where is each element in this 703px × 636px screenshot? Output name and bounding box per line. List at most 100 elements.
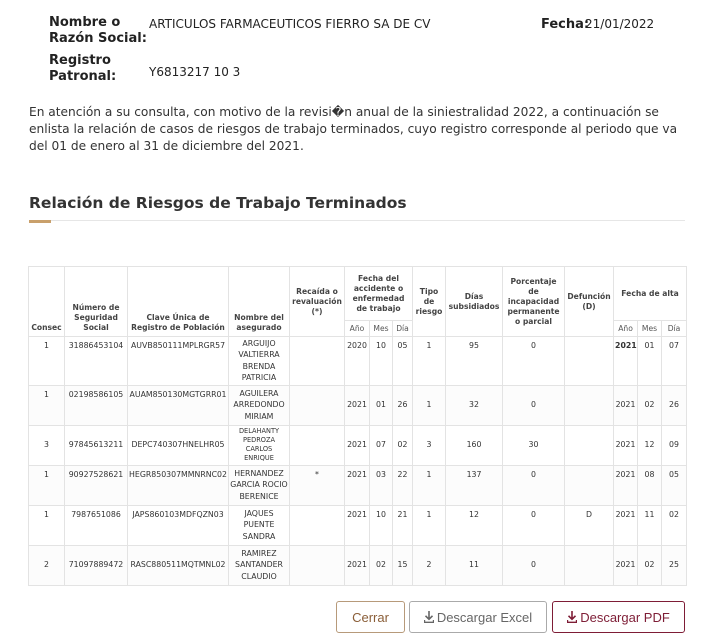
col-header-tipo-riesgo: Tipo de riesgo	[412, 266, 447, 337]
cell-alta-dia: 26	[661, 384, 688, 426]
table-row: 3 97845613211 DEPC740307HNELHR05 DELAHAN…	[28, 424, 688, 466]
cell-recaida	[289, 544, 345, 586]
section-divider	[29, 220, 685, 221]
descargar-excel-button[interactable]: Descargar Excel	[409, 601, 547, 633]
cell-recaida	[289, 424, 345, 466]
cell-alta-dia: 07	[661, 336, 688, 386]
col-header-fecha-alta: Fecha de alta	[613, 266, 688, 321]
cell-nss: 97845613211	[64, 424, 128, 466]
razon-social-value: ARTICULOS FARMACEUTICOS FIERRO SA DE CV	[149, 17, 431, 31]
col-header-consec: Consec	[28, 266, 65, 337]
razon-social-label: Nombre o Razón Social:	[49, 15, 147, 47]
cell-tipo: 1	[412, 464, 447, 506]
col-header-nombre: Nombre del asegurado	[228, 266, 290, 337]
cell-acc-mes: 03	[369, 464, 393, 506]
col-header-alta-dia: Día	[661, 320, 688, 337]
fecha-label: Fecha:	[541, 17, 590, 32]
cell-alta-dia: 09	[661, 424, 688, 466]
registro-patronal-label-line-1: Registro	[49, 53, 111, 68]
cell-nombre: AGUILERA ARREDONDO MIRIAM	[228, 384, 290, 426]
riesgos-table-container: Consec Número de Seguridad Social Clave …	[28, 266, 688, 586]
cell-acc-mes: 10	[369, 504, 393, 546]
cerrar-button-label: Cerrar	[352, 609, 389, 625]
fecha-value: 21/01/2022	[585, 17, 655, 31]
cell-nss: 7987651086	[64, 504, 128, 546]
cell-curp: JAPS860103MDFQZN03	[127, 504, 229, 546]
cell-alta-mes: 02	[637, 544, 663, 586]
cell-tipo: 1	[412, 336, 447, 386]
cell-dias: 137	[445, 464, 504, 506]
cell-alta-dia: 05	[661, 464, 688, 506]
cell-acc-dia: 02	[391, 424, 414, 466]
section-title: Relación de Riesgos de Trabajo Terminado…	[29, 194, 407, 212]
cell-porcentaje: 0	[502, 504, 566, 546]
descargar-pdf-button[interactable]: Descargar PDF	[552, 601, 685, 633]
registro-patronal-value: Y6813217 10 3	[149, 65, 241, 79]
cell-curp: AUAM850130MGTGRR01	[127, 384, 229, 426]
cell-porcentaje: 0	[502, 544, 566, 586]
col-header-defuncion: Defunción (D)	[564, 266, 615, 337]
cell-nombre: RAMIREZ SANTANDER CLAUDIO	[228, 544, 290, 586]
cell-recaida	[289, 336, 345, 386]
col-header-alta-mes: Mes	[637, 320, 663, 337]
cell-acc-mes: 01	[369, 384, 393, 426]
cell-dias: 12	[445, 504, 504, 546]
cell-alta-dia: 02	[661, 504, 688, 546]
col-header-dias-subsidiados: Días subsidiados	[445, 266, 504, 337]
cell-acc-dia: 22	[391, 464, 414, 506]
razon-social-label-line-1: Nombre o	[49, 15, 121, 30]
intro-paragraph: En atención a su consulta, con motivo de…	[29, 105, 678, 153]
cell-alta-mes: 11	[637, 504, 663, 546]
cell-porcentaje: 30	[502, 424, 566, 466]
cell-acc-dia: 15	[391, 544, 414, 586]
col-header-curp: Clave Única de Registro de Población	[127, 266, 229, 337]
table-row: 1 02198586105 AUAM850130MGTGRR01 AGUILER…	[28, 384, 688, 426]
cell-tipo: 3	[412, 424, 447, 466]
col-header-porcentaje: Porcentaje de incapacidad permanente o p…	[502, 266, 566, 337]
cell-nombre: ARGUIJO VALTIERRA BRENDA PATRICIA	[228, 336, 290, 386]
cell-tipo: 1	[412, 384, 447, 426]
cell-recaida	[289, 504, 345, 546]
cell-nombre: JAQUES PUENTE SANDRA	[228, 504, 290, 546]
cell-consec: 1	[28, 384, 65, 426]
cell-defuncion	[564, 464, 615, 506]
col-header-nss: Número de Seguridad Social	[64, 266, 128, 337]
cell-alta-anio: 2021	[613, 424, 639, 466]
cell-curp: DEPC740307HNELHR05	[127, 424, 229, 466]
col-header-alta-anio: Año	[613, 320, 639, 337]
cell-defuncion	[564, 336, 615, 386]
cell-consec: 2	[28, 544, 65, 586]
table-row: 1 90927528621 HEGR850307MMNRNC02 HERNAND…	[28, 464, 688, 506]
table-row: 1 7987651086 JAPS860103MDFQZN03 JAQUES P…	[28, 504, 688, 546]
section-accent-bar	[29, 220, 51, 223]
cell-acc-dia: 21	[391, 504, 414, 546]
riesgos-table: Consec Número de Seguridad Social Clave …	[28, 266, 688, 586]
cell-dias: 32	[445, 384, 504, 426]
cell-acc-dia: 26	[391, 384, 414, 426]
cell-porcentaje: 0	[502, 336, 566, 386]
cell-alta-mes: 12	[637, 424, 663, 466]
cell-acc-dia: 05	[391, 336, 414, 386]
cell-acc-anio: 2021	[344, 424, 370, 466]
cell-acc-anio: 2021	[344, 544, 370, 586]
razon-social-label-line-2: Razón Social:	[49, 31, 147, 46]
cell-tipo: 1	[412, 504, 447, 546]
cell-porcentaje: 0	[502, 464, 566, 506]
cell-consec: 1	[28, 464, 65, 506]
cell-porcentaje: 0	[502, 384, 566, 426]
cell-acc-anio: 2021	[344, 504, 370, 546]
cell-defuncion: D	[564, 504, 615, 546]
cell-curp: HEGR850307MMNRNC02	[127, 464, 229, 506]
cell-defuncion	[564, 544, 615, 586]
cell-alta-anio: 2021	[613, 464, 639, 506]
col-header-fecha-accidente: Fecha del accidente o enfermedad de trab…	[343, 266, 414, 321]
cell-nss: 02198586105	[64, 384, 128, 426]
registro-patronal-label-line-2: Patronal:	[49, 69, 117, 84]
cell-dias: 160	[445, 424, 504, 466]
cell-alta-mes: 02	[637, 384, 663, 426]
cerrar-button[interactable]: Cerrar	[336, 601, 405, 633]
cell-acc-anio: 2021	[344, 464, 370, 506]
cell-acc-mes: 07	[369, 424, 393, 466]
table-row: 2 71097889472 RASC880511MQTMNL02 RAMIREZ…	[28, 544, 688, 586]
cell-acc-mes: 02	[369, 544, 393, 586]
